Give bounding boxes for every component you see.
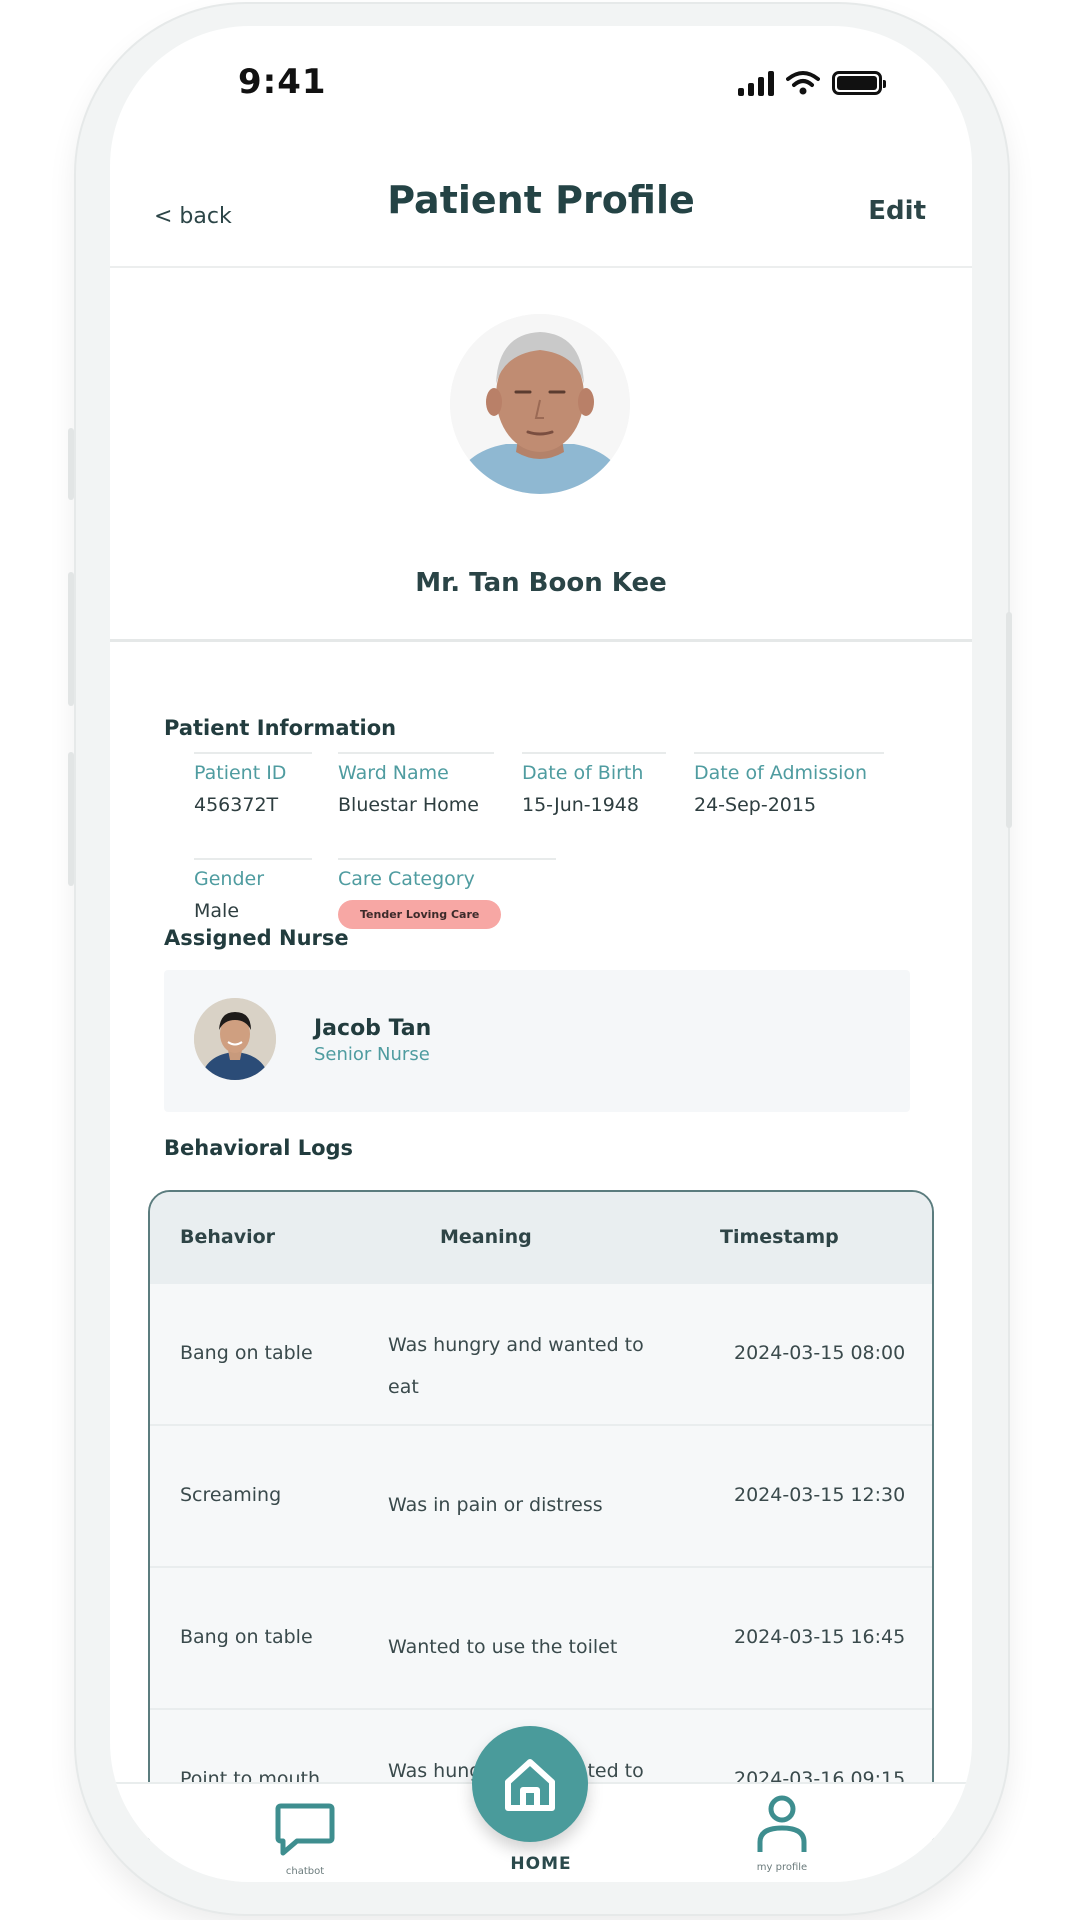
cell-behavior: Screaming bbox=[180, 1484, 282, 1506]
table-row[interactable]: Bang on table Was hungry and wanted to e… bbox=[150, 1284, 932, 1426]
patient-photo-icon bbox=[450, 314, 630, 494]
info-value: Male bbox=[194, 900, 240, 922]
info-label: Patient ID bbox=[194, 762, 287, 784]
nurse-avatar bbox=[194, 998, 276, 1080]
cell-behavior: Bang on table bbox=[180, 1626, 313, 1648]
info-label: Gender bbox=[194, 868, 265, 890]
cell-behavior: Bang on table bbox=[180, 1342, 313, 1364]
nurse-name: Jacob Tan bbox=[314, 1016, 432, 1041]
info-date-of-admission: Date of Admission 24-Sep-2015 bbox=[694, 752, 884, 816]
patient-name: Mr. Tan Boon Kee bbox=[415, 568, 667, 598]
chat-bubble-icon bbox=[275, 1803, 335, 1856]
table-row[interactable]: Screaming Was in pain or distress 2024-0… bbox=[150, 1426, 932, 1568]
info-patient-id: Patient ID 456372T bbox=[194, 752, 312, 816]
column-header-behavior: Behavior bbox=[180, 1226, 276, 1248]
info-gender: Gender Male bbox=[194, 858, 312, 922]
column-header-timestamp: Timestamp bbox=[720, 1226, 839, 1248]
info-label: Date of Admission bbox=[694, 762, 868, 784]
info-value: 24-Sep-2015 bbox=[694, 794, 817, 816]
edit-button[interactable]: Edit bbox=[868, 196, 926, 226]
column-header-meaning: Meaning bbox=[440, 1226, 532, 1248]
care-category-badge: Tender Loving Care bbox=[338, 900, 502, 929]
status-bar: 9:41 bbox=[110, 26, 972, 136]
behavioral-logs-heading: Behavioral Logs bbox=[164, 1136, 354, 1160]
patient-avatar bbox=[450, 314, 630, 494]
patient-profile-section: Mr. Tan Boon Kee bbox=[110, 272, 972, 642]
page-title: Patient Profile bbox=[387, 178, 695, 222]
home-icon bbox=[505, 1759, 555, 1811]
cell-timestamp: 2024-03-15 08:00 bbox=[734, 1342, 906, 1364]
info-care-category: Care Category Tender Loving Care bbox=[338, 858, 556, 929]
volume-down-button bbox=[68, 752, 74, 886]
info-value: Bluestar Home bbox=[338, 794, 479, 816]
cell-timestamp: 2024-03-15 12:30 bbox=[734, 1484, 906, 1506]
info-ward-name: Ward Name Bluestar Home bbox=[338, 752, 494, 816]
nurse-card[interactable]: Jacob Tan Senior Nurse bbox=[164, 970, 910, 1112]
home-button[interactable] bbox=[472, 1726, 588, 1842]
wifi-icon bbox=[786, 71, 820, 95]
assigned-nurse-heading: Assigned Nurse bbox=[164, 926, 349, 950]
patient-info-heading: Patient Information bbox=[164, 716, 397, 740]
power-button bbox=[1006, 612, 1012, 828]
nav-home-label[interactable]: HOME bbox=[110, 1854, 972, 1874]
info-label: Care Category bbox=[338, 868, 475, 890]
person-icon bbox=[757, 1795, 807, 1852]
nurse-role: Senior Nurse bbox=[314, 1044, 430, 1065]
cell-meaning: Wanted to use the toilet bbox=[388, 1636, 618, 1658]
cellular-signal-icon bbox=[738, 70, 774, 96]
info-label: Ward Name bbox=[338, 762, 449, 784]
battery-icon bbox=[832, 71, 886, 95]
info-value: 15-Jun-1948 bbox=[522, 794, 639, 816]
nurse-photo-icon bbox=[194, 998, 276, 1080]
info-label: Date of Birth bbox=[522, 762, 644, 784]
info-date-of-birth: Date of Birth 15-Jun-1948 bbox=[522, 752, 666, 816]
cell-timestamp: 2024-03-15 16:45 bbox=[734, 1626, 906, 1648]
mute-switch bbox=[68, 428, 74, 500]
battery-level bbox=[837, 76, 877, 90]
cell-meaning: Was in pain or distress bbox=[388, 1494, 603, 1516]
table-header: Behavior Meaning Timestamp bbox=[150, 1192, 932, 1284]
volume-up-button bbox=[68, 572, 74, 706]
phone-screen: 9:41 < back Patient Profile Edit Mr. Tan… bbox=[110, 26, 972, 1882]
cell-meaning: Was hungry and wanted to eat bbox=[388, 1334, 644, 1398]
status-icons bbox=[738, 70, 886, 96]
info-value: 456372T bbox=[194, 794, 279, 816]
status-time: 9:41 bbox=[238, 62, 327, 102]
table-row[interactable]: Bang on table Wanted to use the toilet 2… bbox=[150, 1568, 932, 1710]
app-header: < back Patient Profile Edit bbox=[110, 146, 972, 268]
